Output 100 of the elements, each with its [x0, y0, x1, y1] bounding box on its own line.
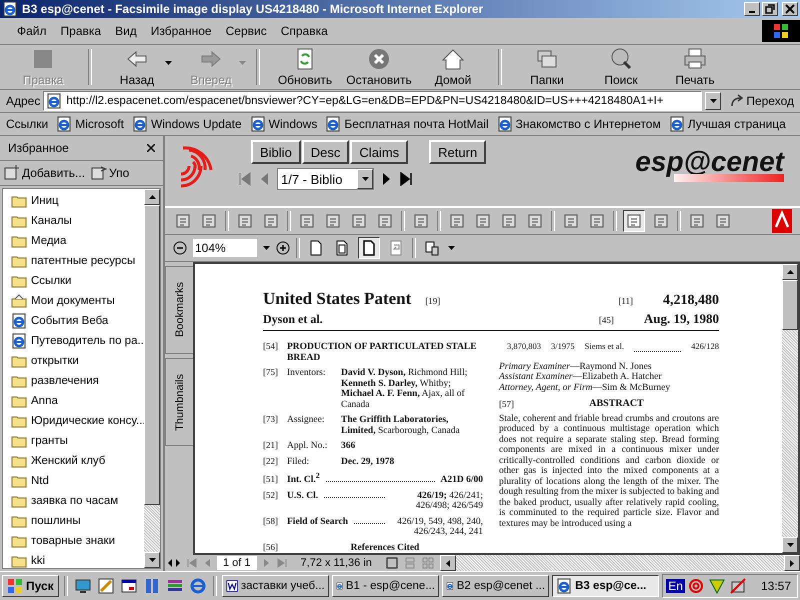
web-page-icon [668, 116, 685, 132]
page-select[interactable]: 1/7 - Biblio [277, 168, 374, 190]
arrow-up-icon[interactable] [786, 270, 794, 274]
pencil-icon[interactable] [96, 578, 116, 594]
menu-item[interactable]: Сервис [218, 24, 274, 38]
desktop-icon[interactable] [72, 578, 93, 594]
address-field[interactable]: http://l2.espacenet.com/espacenet/bnsviewer?CY=ep&LG=en&DB=EPD&PN=US4218480&ID=US+++4218480A1+I+ [43, 91, 702, 111]
favorite-item[interactable]: Ntd [3, 471, 144, 491]
favorite-item[interactable]: развлечения [3, 371, 144, 391]
windows-flag-icon [7, 578, 23, 594]
browser-icon [2, 1, 18, 17]
link-item[interactable]: Microsoft [56, 116, 124, 132]
favorite-item[interactable]: kki [3, 551, 144, 568]
favorite-item[interactable]: Медиа [3, 231, 144, 251]
favorite-item[interactable]: открытки [3, 351, 144, 371]
toolbar-button[interactable]: Обновить [268, 47, 342, 87]
go-button[interactable]: Переход [724, 94, 800, 108]
side-tab[interactable]: Thumbnails [165, 358, 193, 446]
zoom-field[interactable]: 104% [193, 239, 257, 257]
toolbar-button[interactable]: Папки [510, 47, 584, 87]
shield-icon[interactable] [706, 578, 727, 594]
section-tab[interactable]: Desc [302, 140, 350, 164]
crossed-box-icon[interactable] [728, 578, 748, 594]
scrollbar-thumb[interactable] [782, 280, 798, 330]
fit-width-icon[interactable] [358, 237, 380, 259]
zoom-out-icon[interactable] [173, 241, 187, 255]
toolbar-button[interactable]: Остановить [342, 47, 416, 87]
favorite-item[interactable]: Ссылки [3, 271, 144, 291]
favorite-item[interactable]: Каналы [3, 211, 144, 231]
browser-icon[interactable] [188, 578, 208, 594]
favorite-item[interactable]: заявка по часам [3, 491, 144, 511]
favorite-item[interactable]: Мои документы [3, 291, 144, 311]
favorite-item[interactable]: Женский клуб [3, 451, 144, 471]
menu-item[interactable]: Файл [10, 24, 54, 38]
section-tab[interactable]: Biblio [251, 140, 301, 164]
caret-icon[interactable] [263, 246, 270, 250]
favorite-item[interactable]: гранты [3, 431, 144, 451]
start-button[interactable]: Пуск [2, 575, 59, 597]
link-item[interactable]: Windows [250, 116, 318, 132]
minimize-button[interactable] [744, 2, 760, 16]
field-label: Filed: [287, 456, 310, 467]
examiner-line: Assistant Examiner—Elizabeth A. Hatcher [499, 372, 663, 382]
taskbar-button[interactable]: заставки учеб... [222, 575, 329, 597]
menu-item[interactable]: Избранное [144, 24, 219, 38]
caret-icon[interactable] [448, 246, 455, 250]
arrow-up-icon[interactable] [148, 195, 156, 199]
section-tab[interactable]: Claims [350, 140, 408, 164]
favorite-item[interactable]: Иниц [3, 191, 144, 211]
toolbar-button[interactable]: Домой [416, 47, 490, 87]
menu-item[interactable]: Справка [274, 24, 335, 38]
close-icon [785, 4, 795, 14]
field-value: David V. Dyson, Richmond Hill; Kenneth S. Darley, Whitby; Michael A. F. Fenn, Ajax, all of Canada [341, 368, 468, 410]
restore-button[interactable] [762, 2, 778, 16]
taskbar-button[interactable]: B3 esp@ce... [552, 575, 660, 597]
link-item[interactable]: Windows Update [132, 116, 242, 132]
arrow-down-icon[interactable] [786, 543, 794, 547]
reference-code: [58] [263, 516, 279, 526]
favorite-item[interactable]: Путеводитель по ра... [3, 331, 144, 351]
scrollbar[interactable] [782, 264, 798, 553]
field-label: Field of Search [287, 516, 348, 528]
favorite-item[interactable]: товарные знаки [3, 531, 144, 551]
address-label: Адрес [6, 94, 40, 108]
favorite-item[interactable]: Anna [3, 391, 144, 411]
field-label: Appl. No.: [287, 441, 328, 452]
link-item[interactable]: Бесплатная почта HotMail [325, 116, 489, 132]
reference-code: [19] [425, 296, 440, 306]
web-page-icon [556, 578, 572, 594]
caret-icon[interactable] [165, 61, 172, 65]
favorite-item[interactable]: патентные ресурсы [3, 251, 144, 271]
zoom-in-icon[interactable] [276, 241, 290, 255]
menu-item[interactable]: Правка [54, 24, 108, 38]
taskbar-button[interactable]: B1 - esp@cene... [332, 575, 439, 597]
dropdown-button[interactable] [705, 92, 722, 110]
link-item[interactable]: Лучшая страница [668, 116, 786, 132]
scrollbar-thumb[interactable] [144, 205, 160, 505]
toolbar-button[interactable]: Печать [658, 47, 732, 87]
close-button[interactable] [782, 2, 798, 16]
side-tab[interactable]: Bookmarks [165, 266, 193, 354]
window-icon[interactable] [118, 578, 139, 594]
single-page-icon[interactable] [386, 557, 398, 569]
split-handle-icon[interactable] [167, 558, 181, 568]
taskbar-button[interactable]: B2 esp@cenet ... [442, 575, 550, 597]
organize-button[interactable]: Упо [91, 165, 130, 181]
close-icon[interactable] [147, 144, 155, 152]
page-count-field[interactable]: 1 of 1 [217, 556, 257, 570]
toolbar-button[interactable]: Назад [100, 47, 174, 87]
language-indicator[interactable]: En [666, 579, 685, 593]
arrow-right-icon[interactable] [790, 560, 794, 566]
add-button[interactable]: Добавить... [4, 165, 86, 181]
arrow-left-icon[interactable] [446, 560, 450, 566]
reference-code: [56] [263, 542, 279, 552]
return-button[interactable]: Return [429, 140, 486, 164]
favorite-item[interactable]: События Веба [3, 311, 144, 331]
link-item[interactable]: Знакомство с Интернетом [496, 116, 661, 132]
field-label: U.S. Cl. [287, 490, 318, 502]
toolbar-button[interactable]: Поиск [584, 47, 658, 87]
menu-item[interactable]: Вид [108, 24, 144, 38]
scrollbar[interactable] [144, 189, 160, 568]
arrow-down-icon[interactable] [148, 558, 156, 562]
favorite-item[interactable]: пошлины [3, 511, 144, 531]
